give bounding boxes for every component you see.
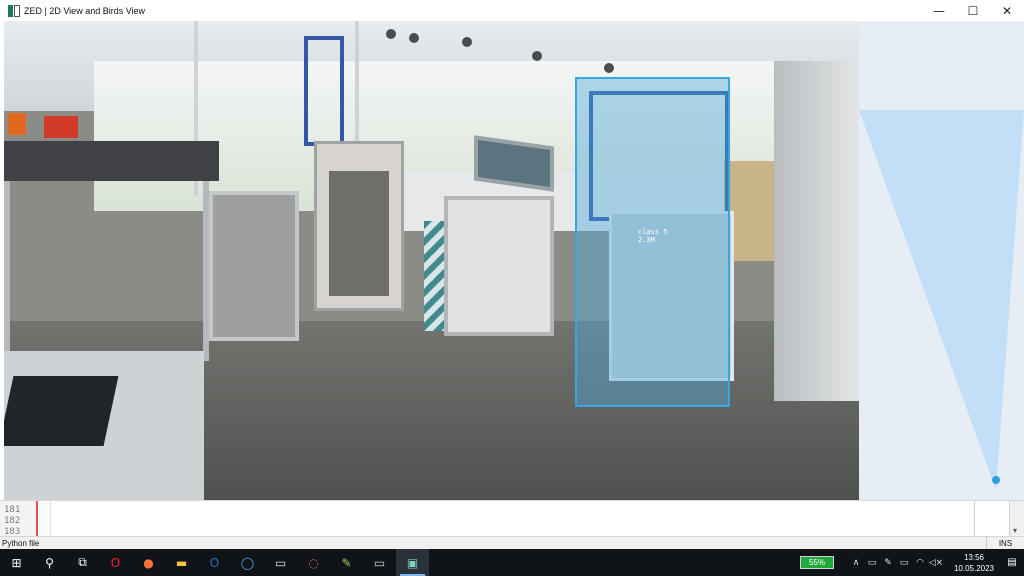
opera-icon: O [110,555,121,570]
signal-button[interactable]: ◯ [231,549,264,576]
console-window-icon: ▭ [373,555,386,570]
meet-now-icon[interactable]: ▭ [864,558,880,568]
file-explorer-icon: ▬ [175,555,188,570]
zed-app-icon [8,4,20,17]
code-editor[interactable]: 181 182 183 ▾ [0,500,1024,537]
taskbar-clock[interactable]: 13:56 10.05.2023 [948,552,1000,574]
terminal-icon: ▭ [274,555,287,570]
camera-image-lamp [462,37,472,47]
vertical-scrollbar[interactable]: ▾ [1010,501,1024,537]
opera-button[interactable]: O [99,549,132,576]
editor-minimap [974,501,1010,537]
camera-image-lamp [386,29,396,39]
camera-image-lamp [604,63,614,73]
line-number: 181 [4,505,21,515]
fov-cone-shape [859,110,1024,490]
firefox-button[interactable]: ● [132,549,165,576]
camera-image-lamp [409,33,419,43]
pen-icon[interactable]: ✎ [880,558,896,568]
windows-start-button[interactable]: ⊞ [0,549,33,576]
notepad-icon: ✎ [341,555,352,570]
file-explorer-button[interactable]: ▬ [165,549,198,576]
window-title-bar: ZED | 2D View and Birds View — ☐ ✕ [0,0,1024,21]
notepad-button[interactable]: ✎ [330,549,363,576]
detection-label: class 5 2.3M [638,228,668,244]
tray-chevron-icon[interactable]: ∧ [848,558,864,568]
window-controls: — ☐ ✕ [922,0,1024,21]
task-view-icon: ⧉ [78,555,87,569]
detection-class: class 5 [638,228,668,236]
volume-muted-icon[interactable]: ◁× [928,558,944,568]
zed-app-icon: ▣ [406,555,419,570]
jupyter-icon: ◌ [308,555,319,570]
clock-time: 13:56 [963,552,985,562]
zed-app-button[interactable]: ▣ [396,549,429,576]
camera-image-shelf [4,181,209,361]
field-of-view-cone [859,110,1024,500]
camera-image-lamp [532,51,542,61]
camera-image-cabinet-door [329,171,389,296]
taskbar: ⊞ ⚲ ⧉ O ● ▬ O ◯ ▭ ◌ ✎ ▭ ▣ 55% ∧ ▭ ✎ ▭ ◠ ◁× 13:56 10.… [0,549,1024,576]
line-number: 182 [4,516,21,526]
console-window-button[interactable]: ▭ [363,549,396,576]
terminal-button[interactable]: ▭ [264,549,297,576]
status-file-type: Python file [2,539,40,548]
tracked-object-dot [992,476,1000,484]
search-button[interactable]: ⚲ [33,549,66,576]
scroll-down-icon[interactable]: ▾ [1013,526,1017,535]
camera-image-red-object [44,116,78,138]
birds-view-panel [859,21,1024,500]
clock-date: 10.05.2023 [953,563,995,573]
taskbar-apps: ⊞ ⚲ ⧉ O ● ▬ O ◯ ▭ ◌ ✎ ▭ ▣ [0,549,429,576]
camera-image-column [774,61,859,401]
camera-image-cart [444,196,554,336]
camera-image-blue-frame [304,36,344,146]
fold-column [38,501,51,537]
close-button[interactable]: ✕ [990,0,1024,21]
outlook-button[interactable]: O [198,549,231,576]
jupyter-button[interactable]: ◌ [297,549,330,576]
camera-image-bench [4,141,219,181]
line-number-gutter: 181 182 183 [0,501,38,537]
firefox-icon: ● [143,555,154,570]
maximize-button[interactable]: ☐ [956,0,990,21]
detection-distance: 2.3M [638,236,655,244]
network-icon[interactable]: ◠ [912,558,928,568]
window-title: ZED | 2D View and Birds View [24,5,146,16]
camera-image-workstation [209,191,299,341]
battery-indicator[interactable]: 55% [800,556,834,569]
search-icon: ⚲ [45,555,54,570]
outlook-icon: O [209,555,220,570]
display-icon[interactable]: ▭ [896,558,912,568]
camera-image-orange-object [8,113,26,135]
camera-2d-view: class 5 2.3M [4,21,859,500]
signal-icon: ◯ [240,555,255,570]
windows-start-icon: ⊞ [11,555,22,570]
task-view-button[interactable]: ⧉ [66,549,99,576]
line-numbers: 181 182 183 [4,505,20,538]
system-tray: 55% ∧ ▭ ✎ ▭ ◠ ◁× 13:56 10.05.2023 ▤ [800,549,1024,576]
status-insert-mode: INS [986,537,1024,549]
minimize-button[interactable]: — [922,0,956,21]
status-bar: Python file INS [0,536,1024,549]
camera-image-tray [4,376,119,446]
notifications-icon[interactable]: ▤ [1000,557,1024,568]
